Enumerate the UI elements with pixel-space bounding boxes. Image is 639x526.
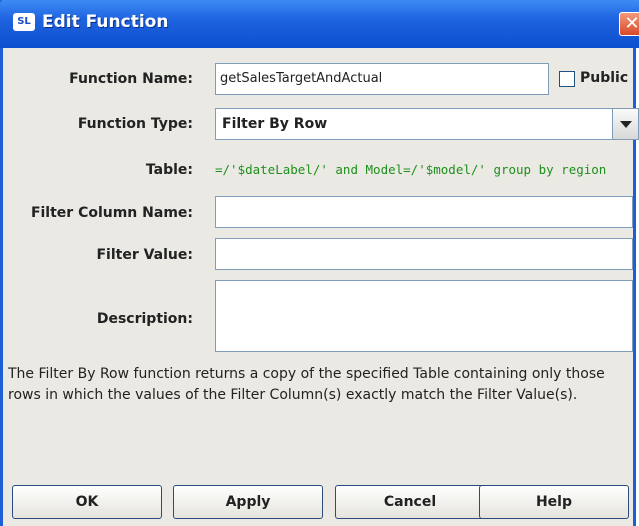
function-type-label: Function Type:	[77, 116, 193, 132]
filter-column-name-field[interactable]	[215, 196, 633, 228]
function-type-selected-value: Filter By Row	[222, 116, 328, 132]
table-label: Table:	[145, 162, 193, 178]
dialog-title: Edit Function	[42, 12, 169, 32]
edit-function-dialog: SL Edit Function ✕ Function Name: getSal…	[0, 0, 639, 526]
chevron-down-icon[interactable]	[612, 109, 638, 139]
apply-button[interactable]: Apply	[173, 485, 323, 519]
public-checkbox-label[interactable]: Public	[580, 70, 628, 86]
close-icon[interactable]: ✕	[619, 12, 639, 36]
filter-value-label: Filter Value:	[96, 247, 193, 263]
function-type-select[interactable]: Filter By Row	[215, 108, 639, 140]
filter-value-field[interactable]	[215, 238, 633, 270]
ok-button[interactable]: OK	[12, 485, 162, 519]
function-help-text: The Filter By Row function returns a cop…	[8, 366, 605, 403]
table-value: =/'$dateLabel/' and Model=/'$model/' gro…	[215, 162, 607, 177]
title-bar[interactable]: SL Edit Function ✕	[0, 0, 639, 48]
function-name-field[interactable]: getSalesTargetAndActual	[215, 63, 549, 95]
description-field[interactable]	[215, 280, 633, 352]
help-button[interactable]: Help	[479, 485, 629, 519]
app-logo-icon: SL	[13, 13, 35, 31]
filter-column-name-label: Filter Column Name:	[30, 205, 193, 221]
public-checkbox[interactable]	[559, 71, 575, 87]
function-name-label: Function Name:	[69, 71, 193, 87]
cancel-button[interactable]: Cancel	[335, 485, 485, 519]
description-label: Description:	[96, 311, 193, 327]
